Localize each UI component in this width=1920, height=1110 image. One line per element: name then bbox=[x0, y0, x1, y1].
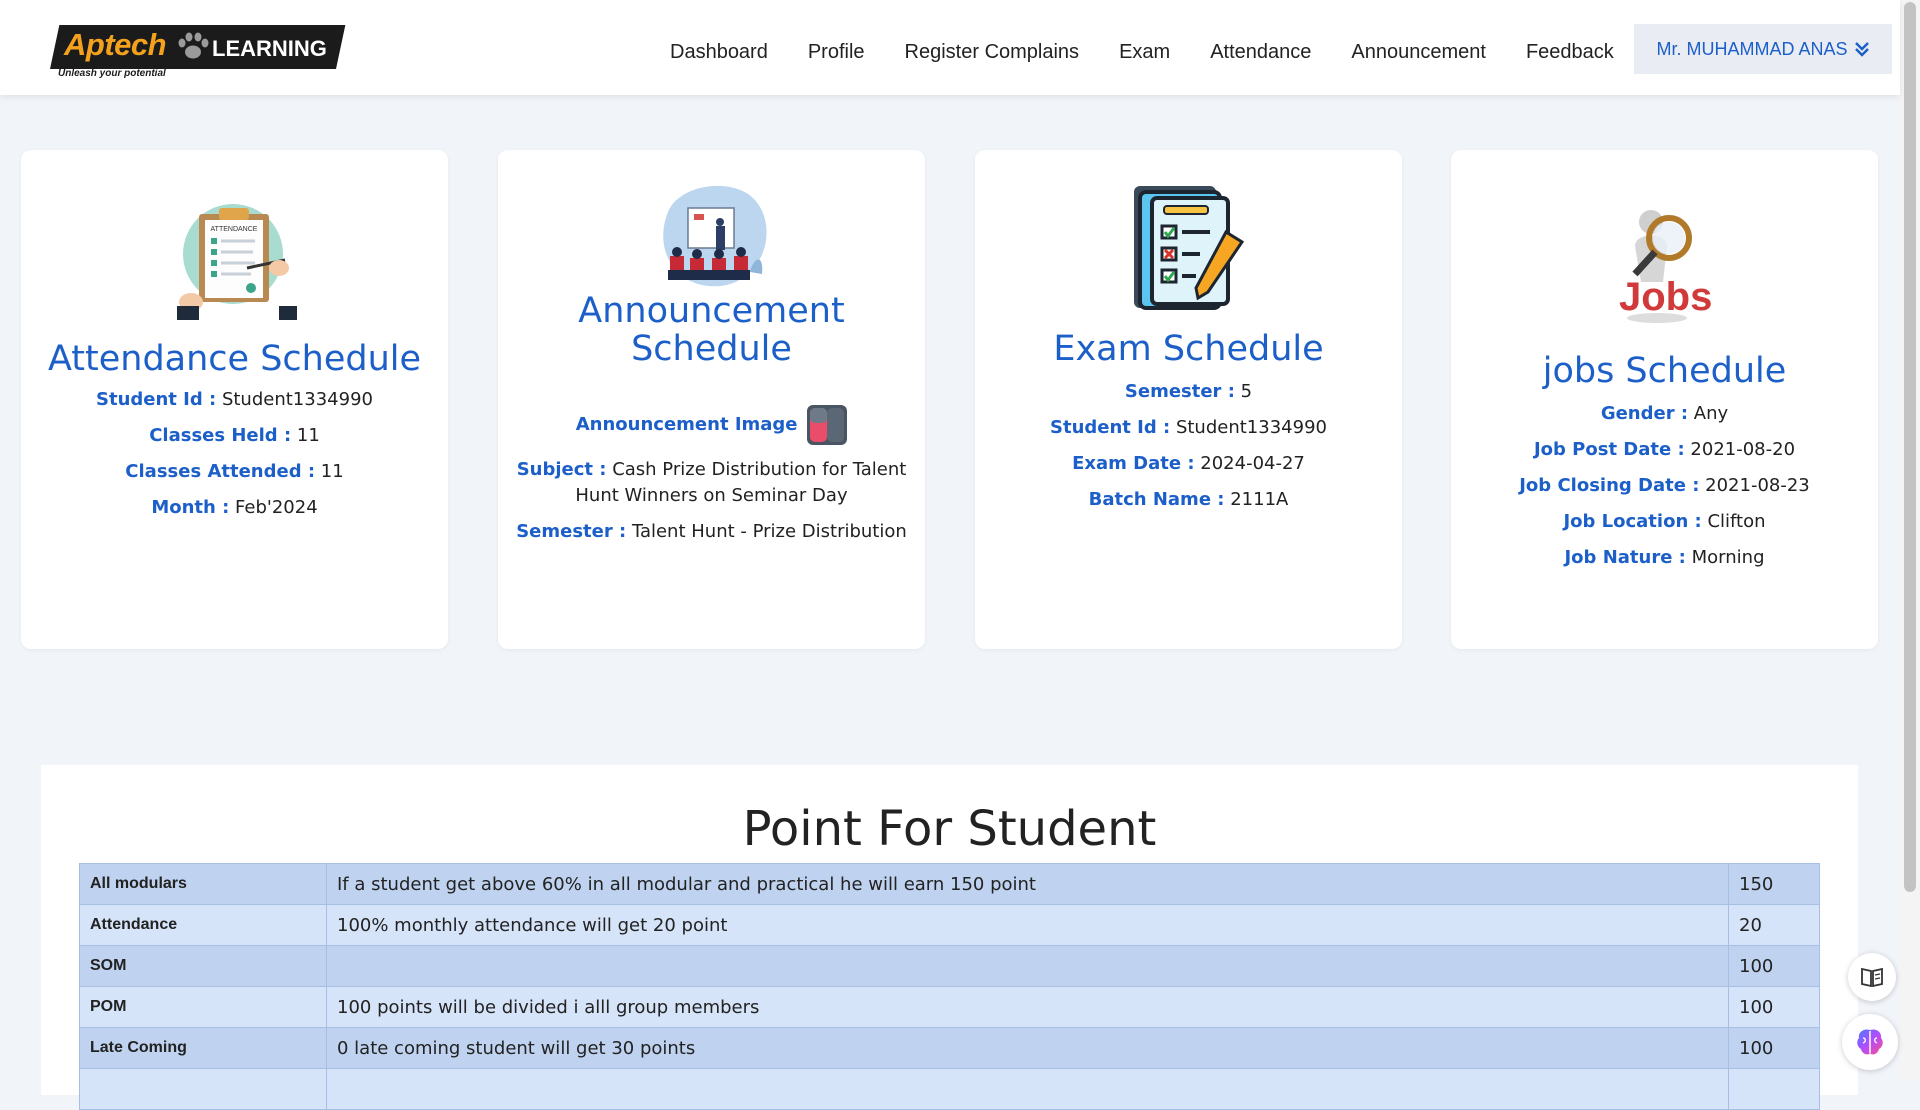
page-scrollbar[interactable] bbox=[1900, 0, 1920, 1080]
chevron-double-down-icon bbox=[1854, 42, 1869, 57]
user-menu-button[interactable]: Mr. MUHAMMAD ANAS bbox=[1634, 24, 1892, 74]
nav-exam[interactable]: Exam bbox=[1099, 41, 1190, 64]
aptech-learning-logo[interactable]: Aptech LEARNING Unleash your potential bbox=[50, 25, 346, 81]
announcement-row-subject: Subject : Cash Prize Distribution for Ta… bbox=[516, 459, 907, 506]
points-cell-desc: 0 late coming student will get 30 points bbox=[326, 1027, 1729, 1069]
exam-row-exam-date: Exam Date : 2024-04-27 bbox=[1072, 453, 1305, 474]
points-title: Point For Student bbox=[742, 801, 1157, 857]
table-row: All modulars If a student get above 60% … bbox=[79, 863, 1820, 905]
jobs-schedule-card: Jobs jobs Schedule Gender : Any Job Post… bbox=[1451, 150, 1878, 649]
points-cell-name: Late Coming bbox=[79, 1027, 327, 1069]
reader-mode-button[interactable] bbox=[1848, 953, 1896, 1001]
jobs-row-gender: Gender : Any bbox=[1600, 403, 1729, 424]
exam-row-student-id: Student Id : Student1334990 bbox=[1050, 417, 1327, 438]
points-cell-desc bbox=[326, 945, 1729, 987]
jobs-magnifier-icon: Jobs bbox=[1619, 210, 1712, 323]
exam-schedule-card: Exam Schedule Semester : 5 Student Id : … bbox=[975, 150, 1402, 649]
table-row: Attendance 100% monthly attendance will … bbox=[79, 904, 1820, 946]
presentation-announcement-icon bbox=[662, 185, 767, 287]
logo-tagline: Unleash your potential bbox=[58, 68, 166, 79]
exam-row-semester: Semester : 5 bbox=[1124, 381, 1253, 402]
nav-announcement[interactable]: Announcement bbox=[1331, 41, 1506, 64]
points-cell-name: Attendance bbox=[79, 904, 327, 946]
nav-register-complains[interactable]: Register Complains bbox=[885, 41, 1100, 64]
attendance-row-classes-attended: Classes Attended : 11 bbox=[125, 461, 344, 482]
nav-feedback[interactable]: Feedback bbox=[1506, 41, 1634, 64]
attendance-row-classes-held: Classes Held : 11 bbox=[149, 425, 320, 446]
nav-attendance[interactable]: Attendance bbox=[1190, 41, 1331, 64]
attendance-row-student-id: Student Id : Student1334990 bbox=[96, 389, 373, 410]
announcement-image-label: Announcement Image bbox=[575, 414, 798, 435]
announcement-schedule-card: Announcement Schedule Announcement Image… bbox=[498, 150, 925, 649]
points-cell-value: 20 bbox=[1728, 904, 1820, 946]
exam-checklist-icon bbox=[1133, 186, 1244, 310]
user-name: Mr. MUHAMMAD ANAS bbox=[1656, 38, 1848, 59]
points-cell-desc: 100% monthly attendance will get 20 poin… bbox=[326, 904, 1729, 946]
announcement-image-row: Announcement Image bbox=[514, 405, 909, 445]
points-cell-value: 100 bbox=[1728, 986, 1820, 1028]
attendance-schedule-card: ATTENDANCE Attendance Schedule Student I… bbox=[21, 150, 448, 649]
points-cell-name: All modulars bbox=[79, 863, 327, 905]
exam-row-batch-name: Batch Name : 2111A bbox=[1088, 489, 1289, 510]
attendance-card-title: Attendance Schedule bbox=[47, 339, 422, 379]
nav-profile[interactable]: Profile bbox=[788, 41, 885, 64]
table-row: Late Coming 0 late coming student will g… bbox=[79, 1027, 1820, 1069]
brain-icon bbox=[1857, 1029, 1883, 1055]
table-row: POM 100 points will be divided i alll gr… bbox=[79, 986, 1820, 1028]
paw-icon bbox=[178, 32, 209, 59]
main-nav: Dashboard Profile Register Complains Exa… bbox=[650, 27, 1634, 77]
points-section: Point For Student All modulars If a stud… bbox=[41, 765, 1858, 1110]
ai-assistant-button[interactable] bbox=[1842, 1014, 1898, 1070]
jobs-row-closing-date: Job Closing Date : 2021-08-23 bbox=[1519, 475, 1810, 496]
scrollbar-thumb[interactable] bbox=[1904, 2, 1916, 892]
logo-brand: Aptech bbox=[64, 27, 167, 62]
jobs-details: Gender : Any Job Post Date : 2021-08-20 … bbox=[1467, 401, 1862, 581]
table-row-partial bbox=[79, 1068, 1820, 1110]
jobs-row-nature: Job Nature : Morning bbox=[1564, 547, 1765, 568]
points-cell-name: SOM bbox=[79, 945, 327, 987]
book-open-icon bbox=[1861, 967, 1883, 988]
points-table: All modulars If a student get above 60% … bbox=[79, 863, 1820, 1110]
points-cell-value: 150 bbox=[1728, 863, 1820, 905]
nav-dashboard[interactable]: Dashboard bbox=[650, 41, 788, 64]
clipboard-label: ATTENDANCE bbox=[210, 226, 257, 233]
attendance-row-month: Month : Feb'2024 bbox=[151, 497, 318, 518]
jobs-row-location: Job Location : Clifton bbox=[1563, 511, 1766, 532]
table-row: SOM 100 bbox=[79, 945, 1820, 987]
jobs-card-title: jobs Schedule bbox=[1542, 351, 1787, 391]
announcement-card-title: Announcement Schedule bbox=[578, 291, 845, 369]
announcement-row-semester: Semester : Talent Hunt - Prize Distribut… bbox=[516, 521, 907, 542]
attendance-clipboard-icon: ATTENDANCE bbox=[176, 204, 297, 320]
points-cell-value: 100 bbox=[1728, 1027, 1820, 1069]
top-navbar: Aptech LEARNING Unleash your potential D… bbox=[0, 0, 1900, 95]
points-cell-name: POM bbox=[79, 986, 327, 1028]
points-cell-desc: If a student get above 60% in all modula… bbox=[326, 863, 1729, 905]
jobs-row-post-date: Job Post Date : 2021-08-20 bbox=[1533, 439, 1796, 460]
points-cell-value: 100 bbox=[1728, 945, 1820, 987]
exam-card-title: Exam Schedule bbox=[1053, 329, 1324, 369]
announcement-details: Announcement Image Subject : Cash Prize … bbox=[514, 405, 909, 555]
attendance-details: Student Id : Student1334990 Classes Held… bbox=[37, 387, 432, 531]
points-cell-desc: 100 points will be divided i alll group … bbox=[326, 986, 1729, 1028]
logo-learning: LEARNING bbox=[212, 36, 327, 61]
exam-details: Semester : 5 Student Id : Student1334990… bbox=[991, 379, 1386, 523]
announcement-image-thumbnail[interactable] bbox=[807, 405, 848, 445]
jobs-logo-text: Jobs bbox=[1619, 275, 1712, 319]
